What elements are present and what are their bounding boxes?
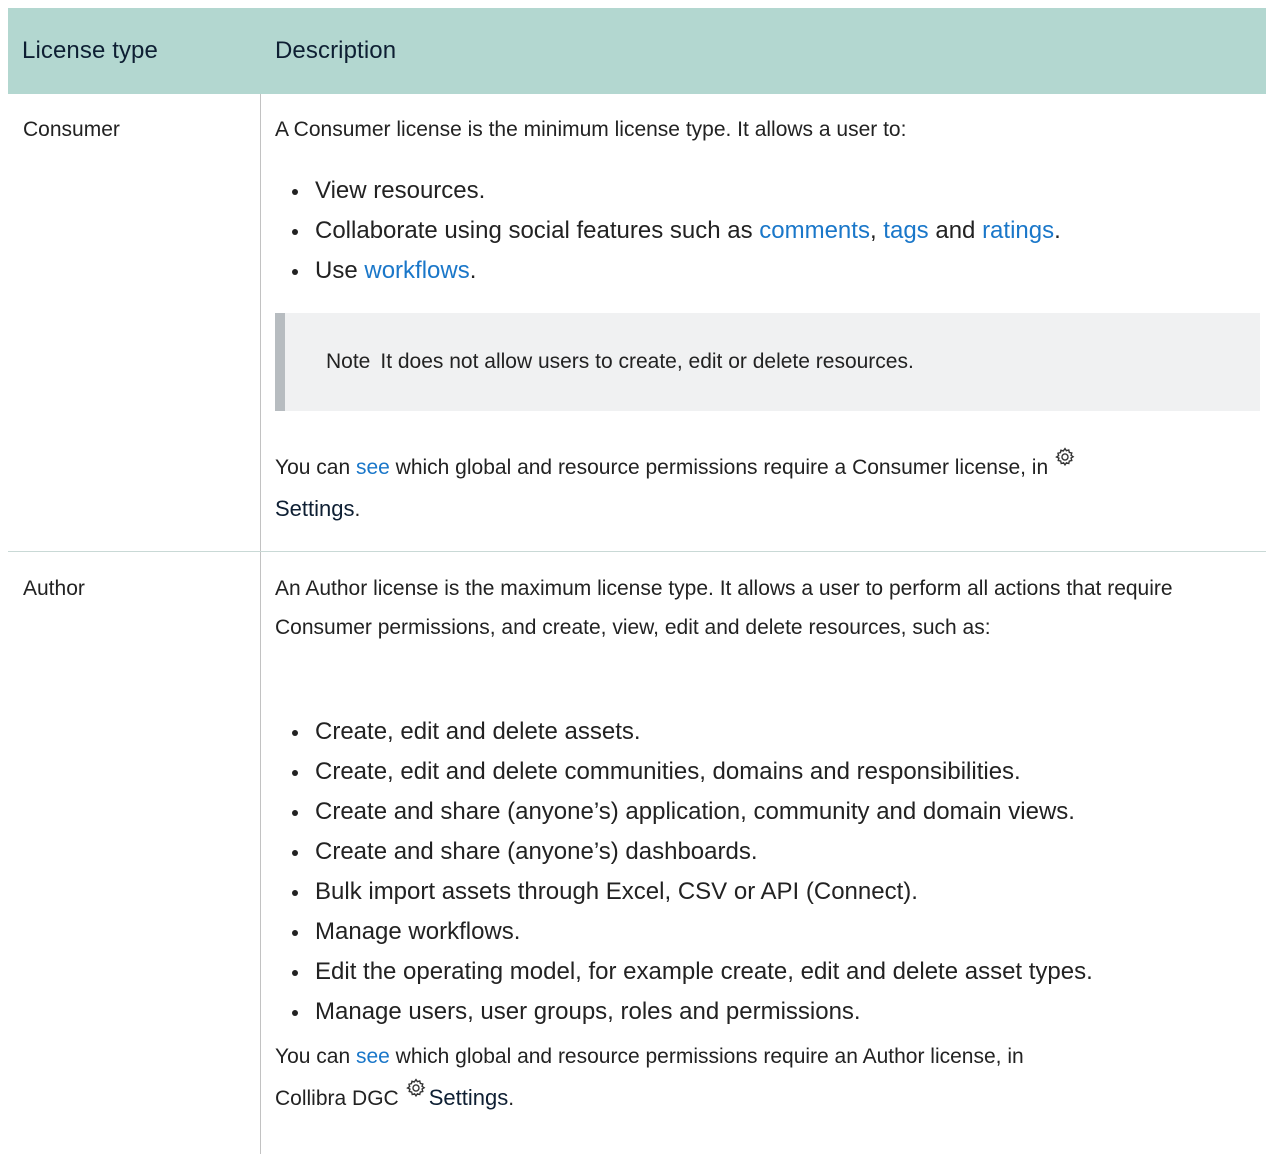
note-box: Note It does not allow users to create, e…: [275, 313, 1260, 411]
comments-link[interactable]: comments: [759, 217, 870, 244]
settings-label: Settings: [428, 1085, 509, 1110]
list-item: Create and share (anyone’s) application,…: [275, 792, 1255, 832]
list-item: Collaborate using social features such a…: [275, 211, 1255, 251]
footer-text: You can: [275, 456, 356, 479]
settings-label: Settings: [275, 496, 355, 521]
bullet-text: .: [469, 257, 477, 284]
bullet-text: .: [1054, 217, 1061, 244]
ratings-link[interactable]: ratings: [982, 217, 1054, 244]
see-link[interactable]: see: [356, 1045, 390, 1068]
bullet-text: ,: [869, 217, 884, 244]
note-content: Note It does not allow users to create, e…: [326, 313, 914, 411]
workflows-link[interactable]: workflows: [364, 257, 469, 284]
list-item: Edit the operating model, for example cr…: [275, 952, 1255, 992]
bullet-text: Use: [315, 257, 365, 284]
footer-text: You can: [275, 1045, 356, 1068]
consumer-bullet-list: View resources. Collaborate using social…: [275, 171, 1255, 291]
bullet-text: Collaborate using social features such a…: [315, 217, 760, 244]
consumer-footer: You can see which global and resource pe…: [275, 446, 1255, 530]
row-consumer-description: A Consumer license is the minimum licens…: [275, 110, 1255, 149]
list-item: View resources.: [275, 171, 1255, 211]
list-item: Manage workflows.: [275, 912, 1255, 952]
column-divider: [260, 94, 261, 1154]
gear-icon: [1055, 447, 1075, 467]
header-license-type: License type: [22, 37, 158, 64]
bullet-text: and: [928, 217, 983, 244]
note-text: It does not allow users to create, edit …: [380, 350, 914, 373]
table-header: License type Description: [8, 8, 1266, 94]
list-item: Use workflows.: [275, 251, 1255, 291]
list-item: Manage users, user groups, roles and per…: [275, 992, 1255, 1032]
row-consumer-type: Consumer: [23, 118, 120, 141]
footer-text: which global and resource permissions re…: [389, 456, 1049, 479]
list-item: Create and share (anyone’s) dashboards.: [275, 832, 1255, 872]
footer-text: Collibra DGC: [275, 1087, 399, 1110]
list-item: Bulk import assets through Excel, CSV or…: [275, 872, 1255, 912]
gear-icon: [405, 1078, 426, 1098]
tags-link[interactable]: tags: [883, 217, 928, 244]
row-author-type: Author: [23, 577, 85, 600]
footer-text: .: [354, 498, 361, 521]
author-bullet-list: Create, edit and delete assets. Create, …: [275, 712, 1255, 1032]
list-item: Create, edit and delete communities, dom…: [275, 752, 1255, 792]
consumer-intro: A Consumer license is the minimum licens…: [275, 118, 907, 141]
row-author-description: An Author license is the maximum license…: [275, 569, 1255, 647]
note-label: Note: [326, 350, 371, 373]
footer-text: .: [508, 1087, 515, 1110]
license-table: License type Description Consumer A Cons…: [8, 8, 1266, 1154]
see-link[interactable]: see: [356, 456, 390, 479]
bullet-text: View resources.: [315, 177, 486, 204]
list-item: Create, edit and delete assets.: [275, 712, 1255, 752]
header-description: Description: [275, 37, 397, 64]
row-divider: [8, 551, 1266, 552]
author-intro: An Author license is the maximum license…: [275, 577, 1173, 639]
author-footer: You can see which global and resource pe…: [275, 1036, 1255, 1119]
footer-text: which global and resource permissions re…: [389, 1045, 1024, 1068]
